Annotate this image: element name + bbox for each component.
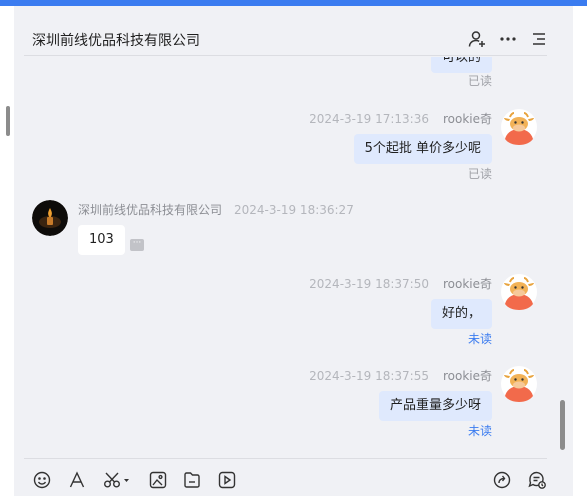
my-message-bubble[interactable]: 好的， bbox=[430, 299, 492, 329]
chat-title: 深圳前线优品科技有限公司 bbox=[32, 33, 200, 49]
my-avatar[interactable] bbox=[501, 274, 537, 310]
message-meta: 深圳前线优品科技有限公司 2024-3-19 18:36:27 bbox=[78, 201, 354, 218]
chat-scrollbar-handle[interactable] bbox=[560, 400, 565, 450]
message-time: 2024-3-19 18:37:50 bbox=[309, 277, 429, 291]
my-avatar[interactable] bbox=[501, 109, 537, 145]
cow-avatar-icon bbox=[501, 109, 537, 145]
left-panel-edge bbox=[0, 6, 14, 496]
list-menu-icon[interactable] bbox=[529, 29, 549, 49]
video-icon[interactable] bbox=[216, 469, 238, 491]
sender-name: rookie奇 bbox=[442, 369, 492, 383]
message-more-button[interactable]: ··· bbox=[130, 239, 144, 251]
read-status: 已读 bbox=[467, 74, 492, 88]
left-scrollbar-handle[interactable] bbox=[6, 106, 10, 136]
message-time: 2024-3-19 17:13:36 bbox=[309, 112, 429, 126]
window-top-accent-bar bbox=[0, 0, 587, 6]
add-member-icon[interactable] bbox=[467, 29, 487, 49]
message-meta: 2024-3-19 17:13:36 rookie奇 bbox=[309, 110, 492, 127]
my-avatar[interactable] bbox=[501, 366, 537, 402]
message-time: 2024-3-19 18:37:55 bbox=[309, 369, 429, 383]
file-icon[interactable] bbox=[181, 469, 203, 491]
my-message-bubble[interactable]: 产品重量多少呀 bbox=[378, 391, 492, 421]
message-meta: 2024-3-19 18:37:55 rookie奇 bbox=[309, 367, 492, 384]
contact-message-bubble[interactable]: 103 bbox=[78, 225, 125, 255]
chat-history-icon[interactable] bbox=[526, 469, 548, 491]
unread-status: 未读 bbox=[467, 424, 492, 438]
read-status: 已读 bbox=[467, 167, 492, 181]
sender-name: 深圳前线优品科技有限公司 bbox=[78, 203, 223, 217]
message-list[interactable]: 可以的 已读 2024-3-19 17:13:36 rookie奇 5个起批 单价… bbox=[14, 57, 559, 455]
cow-avatar-icon bbox=[501, 366, 537, 402]
screenshot-scissors-icon[interactable] bbox=[102, 469, 132, 491]
input-toolbar bbox=[24, 458, 547, 496]
font-icon[interactable] bbox=[66, 469, 88, 491]
unread-status: 未读 bbox=[467, 332, 492, 346]
my-message-bubble[interactable]: 可以的 bbox=[430, 57, 492, 73]
chat-header: 深圳前线优品科技有限公司 bbox=[24, 20, 547, 56]
share-icon[interactable] bbox=[491, 469, 513, 491]
sender-name: rookie奇 bbox=[442, 277, 492, 291]
my-message-bubble[interactable]: 5个起批 单价多少呢 bbox=[353, 134, 492, 164]
sender-name: rookie奇 bbox=[442, 112, 492, 126]
contact-avatar[interactable] bbox=[32, 200, 68, 236]
right-panel-edge bbox=[573, 6, 587, 496]
candle-avatar-icon bbox=[32, 200, 68, 236]
emoji-icon[interactable] bbox=[31, 469, 53, 491]
more-icon[interactable] bbox=[498, 29, 518, 49]
image-icon[interactable] bbox=[147, 469, 169, 491]
message-time: 2024-3-19 18:36:27 bbox=[234, 203, 354, 217]
cow-avatar-icon bbox=[501, 274, 537, 310]
message-meta: 2024-3-19 18:37:50 rookie奇 bbox=[309, 275, 492, 292]
